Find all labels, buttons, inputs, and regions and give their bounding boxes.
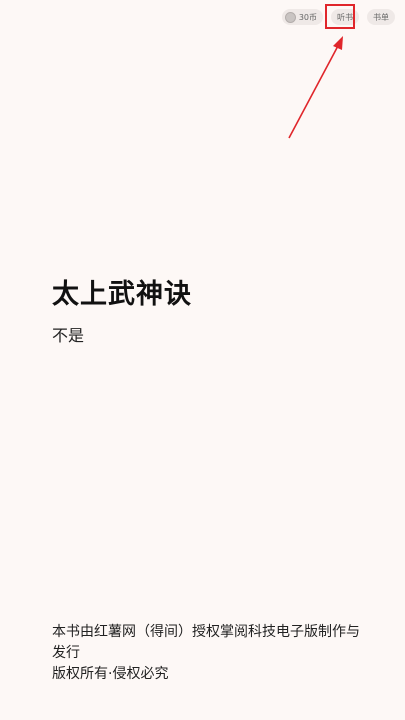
copyright-line-2: 版权所有·侵权必究 — [52, 666, 169, 682]
booklist-label: 书单 — [373, 12, 389, 22]
coin-icon — [284, 11, 296, 23]
book-title: 太上武神诀 — [52, 279, 192, 310]
annotation-arrow — [288, 36, 343, 139]
coins-label: 30币 — [298, 12, 317, 22]
copyright-line-1: 本书由红薯网（得间）授权掌阅科技电子版制作与发行 — [52, 624, 360, 661]
coins-button[interactable]: 30币 — [281, 9, 323, 25]
top-bar: 30币 听书 书单 — [281, 4, 395, 29]
arrow-head — [333, 36, 343, 50]
listen-label: 听书 — [337, 12, 353, 22]
booklist-button[interactable]: 书单 — [367, 9, 395, 25]
copyright-block: 本书由红薯网（得间）授权掌阅科技电子版制作与发行 版权所有·侵权必究 — [52, 622, 372, 685]
arrow-line — [288, 43, 340, 139]
book-author: 不是 — [52, 326, 85, 345]
listen-button[interactable]: 听书 — [331, 9, 359, 25]
listen-wrap: 听书 — [325, 4, 359, 29]
